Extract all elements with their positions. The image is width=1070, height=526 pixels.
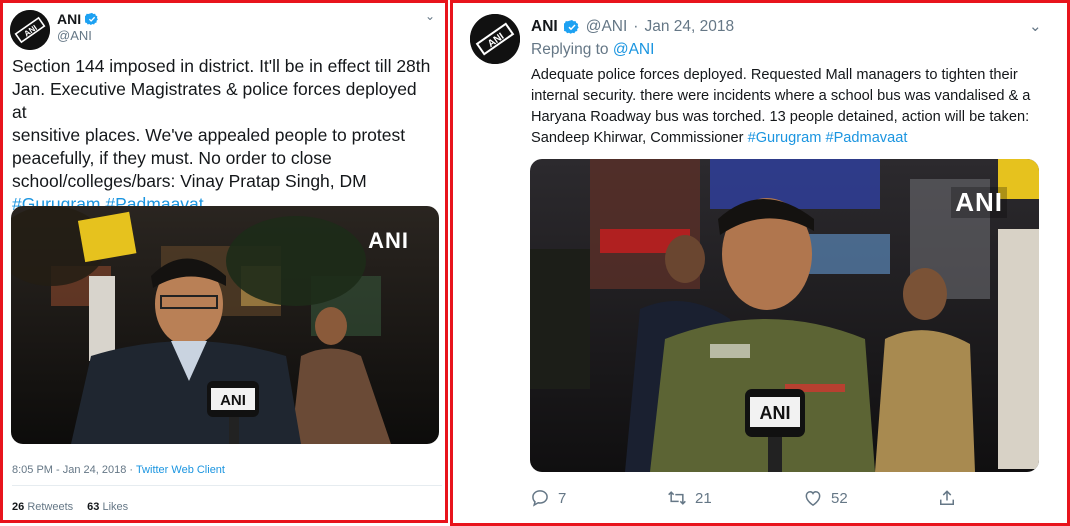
tweet-media-photo[interactable]: ANI ANI xyxy=(11,206,439,444)
media-watermark: ANI xyxy=(951,187,1007,218)
hashtag-link[interactable]: #Gurugram xyxy=(748,130,822,146)
ani-logo-icon[interactable]: ANI xyxy=(10,10,50,50)
retweet-count: 21 xyxy=(695,489,712,507)
tweet-text-body: Section 144 imposed in district. It'll b… xyxy=(12,56,431,191)
tweet-source-link[interactable]: Twitter Web Client xyxy=(136,464,225,476)
likes-label: Likes xyxy=(102,501,129,513)
like-icon xyxy=(805,490,821,506)
reply-count: 7 xyxy=(558,489,567,507)
svg-text:ANI: ANI xyxy=(220,392,246,409)
author-name[interactable]: ANI xyxy=(531,18,558,36)
tweet-text: Adequate police forces deployed. Request… xyxy=(531,65,1067,149)
chevron-down-icon[interactable]: ⌄ xyxy=(1029,17,1042,35)
author-name-text[interactable]: ANI xyxy=(57,11,81,27)
retweet-button[interactable]: 21 xyxy=(667,488,712,508)
tweet-timestamp: 8:05 PM - Jan 24, 2018 · Twitter Web Cli… xyxy=(12,464,225,476)
replying-prefix: Replying to xyxy=(531,41,609,58)
media-watermark: ANI xyxy=(368,228,409,253)
ani-logo-icon[interactable]: ANI xyxy=(470,14,520,64)
retweet-icon xyxy=(668,491,686,505)
author-handle[interactable]: @ANI xyxy=(57,28,92,43)
tweet-stats: 26 Retweets 63 Likes xyxy=(12,501,128,513)
share-icon xyxy=(940,490,954,505)
likes-stat[interactable]: 63 Likes xyxy=(87,501,128,513)
retweets-label: Retweets xyxy=(27,501,74,513)
likes-count: 63 xyxy=(87,501,100,513)
verified-badge-icon xyxy=(563,20,579,34)
tweet-actions: 7 21 52 xyxy=(453,488,1067,512)
chevron-down-icon[interactable]: ⌄ xyxy=(425,9,435,23)
divider xyxy=(12,485,442,486)
like-count: 52 xyxy=(831,489,848,507)
like-button[interactable]: 52 xyxy=(803,488,848,508)
reply-icon xyxy=(532,490,548,507)
retweets-count: 26 xyxy=(12,501,25,513)
svg-text:ANI: ANI xyxy=(760,403,791,423)
tweet-header: ANI @ANI · Jan 24, 2018 xyxy=(531,18,734,36)
tweet-time[interactable]: 8:05 PM - Jan 24, 2018 xyxy=(12,464,126,476)
verified-badge-icon xyxy=(85,12,98,25)
meta-separator: · xyxy=(126,464,136,476)
replying-to: Replying to @ANI xyxy=(531,41,654,59)
author-name[interactable]: ANI xyxy=(57,11,99,27)
mention-link[interactable]: @ANI xyxy=(613,41,655,58)
hashtag-link[interactable]: #Padmavaat xyxy=(825,130,907,146)
share-button[interactable] xyxy=(937,488,957,508)
tweet-text: Section 144 imposed in district. It'll b… xyxy=(12,55,432,216)
author-handle[interactable]: @ANI xyxy=(586,18,628,36)
left-tweet-card: ANI ANI @ANI ⌄ Section 144 imposed in di… xyxy=(0,0,448,523)
retweets-stat[interactable]: 26 Retweets xyxy=(12,501,73,513)
tweet-media-photo[interactable]: ANI ANI xyxy=(530,159,1039,472)
right-tweet-card: ANI ANI @ANI · Jan 24, 2018 ⌄ Replying t… xyxy=(450,0,1070,526)
date-separator: · xyxy=(633,18,639,35)
tweet-date[interactable]: Jan 24, 2018 xyxy=(644,18,734,36)
reply-button[interactable]: 7 xyxy=(530,488,566,508)
